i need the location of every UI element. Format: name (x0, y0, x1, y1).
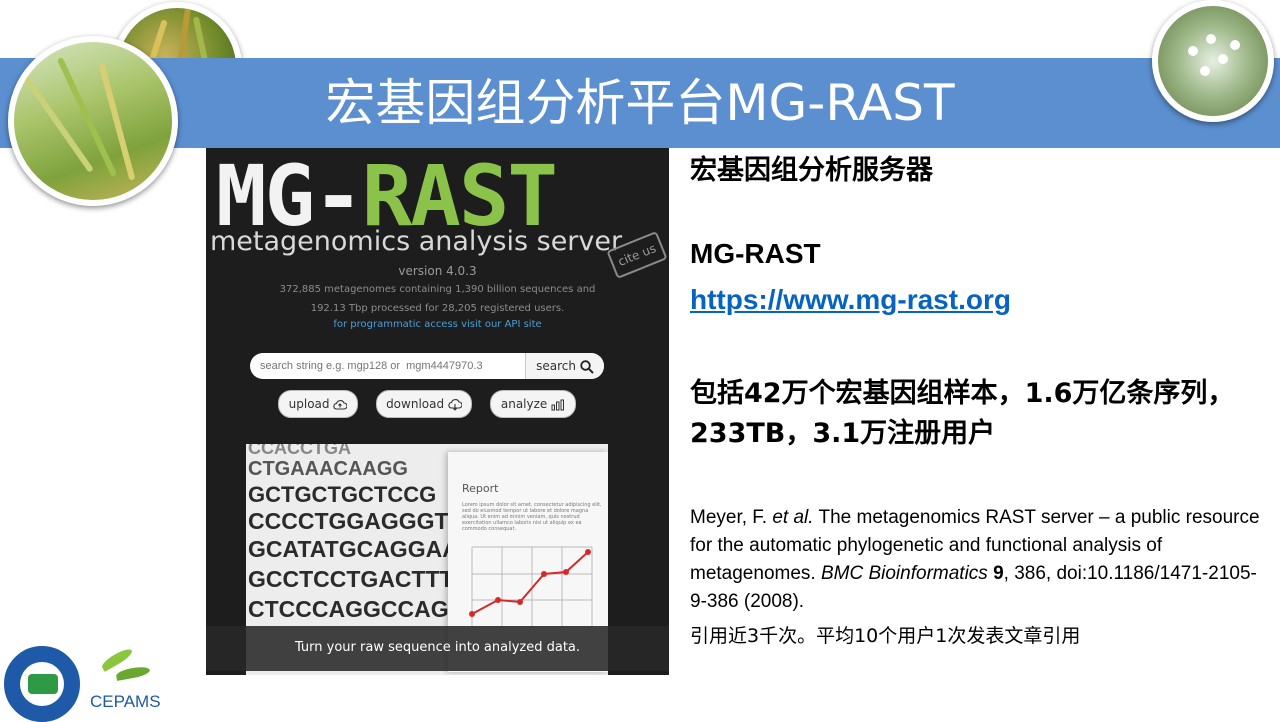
citation-note: 引用近3千次。平均10个用户1次发表文章引用 (690, 625, 1081, 647)
search-button-label: search (536, 359, 577, 373)
reference-text: Meyer, F. et al. The metagenomics RAST s… (690, 507, 1260, 612)
analyze-button[interactable]: analyze (490, 390, 576, 418)
title-banner: 宏基因组分析平台MG-RAST (0, 58, 1280, 148)
search-bar: search (250, 353, 604, 379)
report-text: Lorem ipsum dolor sit amet, consectetur … (462, 502, 602, 532)
dna-line: GCTGCTGCTCCG (248, 482, 437, 507)
version-text: version 4.0.3 (398, 264, 477, 278)
cloud-upload-icon (333, 399, 348, 410)
server-name: MG-RAST (690, 238, 821, 269)
server-heading: 宏基因组分析服务器 (690, 155, 933, 186)
caption-text: Turn your raw sequence into analyzed dat… (294, 640, 581, 655)
mg-rast-screenshot: MG-RAST metagenomics analysis server cit… (206, 148, 669, 675)
cepams-leaf-icon (115, 665, 151, 681)
caption-bar: Turn your raw sequence into analyzed dat… (206, 626, 669, 671)
search-button[interactable]: search (525, 353, 604, 379)
stats-line-2: 192.13 Tbp processed for 28,205 register… (310, 303, 565, 314)
cepams-logo-text: CEPAMS (90, 692, 161, 711)
search-input[interactable] (260, 353, 520, 379)
site-subtitle: metagenomics analysis server (210, 226, 623, 257)
institute-logo (4, 646, 80, 722)
slide-title: 宏基因组分析平台MG-RAST (325, 74, 955, 132)
dna-line: CCACCTGA (248, 444, 351, 458)
dna-line: CTGAAACAAGG (248, 458, 408, 480)
stats-line-1: 372,885 metagenomes containing 1,390 bil… (279, 284, 596, 295)
cloud-download-icon (448, 398, 463, 411)
flower-photo (1152, 0, 1274, 122)
wheat-photo (8, 36, 178, 206)
report-title: Report (462, 482, 499, 495)
download-button[interactable]: download (376, 390, 472, 418)
summary-text: 包括42万个宏基因组样本，1.6万亿条序列，233TB，3.1万注册用户 (690, 378, 1235, 449)
mg-rast-url-link[interactable]: https://www.mg-rast.org (690, 284, 1011, 316)
upload-button[interactable]: upload (278, 390, 358, 418)
api-link[interactable]: for programmatic access visit our API si… (206, 319, 669, 330)
report-line-chart (469, 546, 593, 628)
bar-chart-icon (551, 399, 565, 410)
search-icon (580, 359, 594, 374)
